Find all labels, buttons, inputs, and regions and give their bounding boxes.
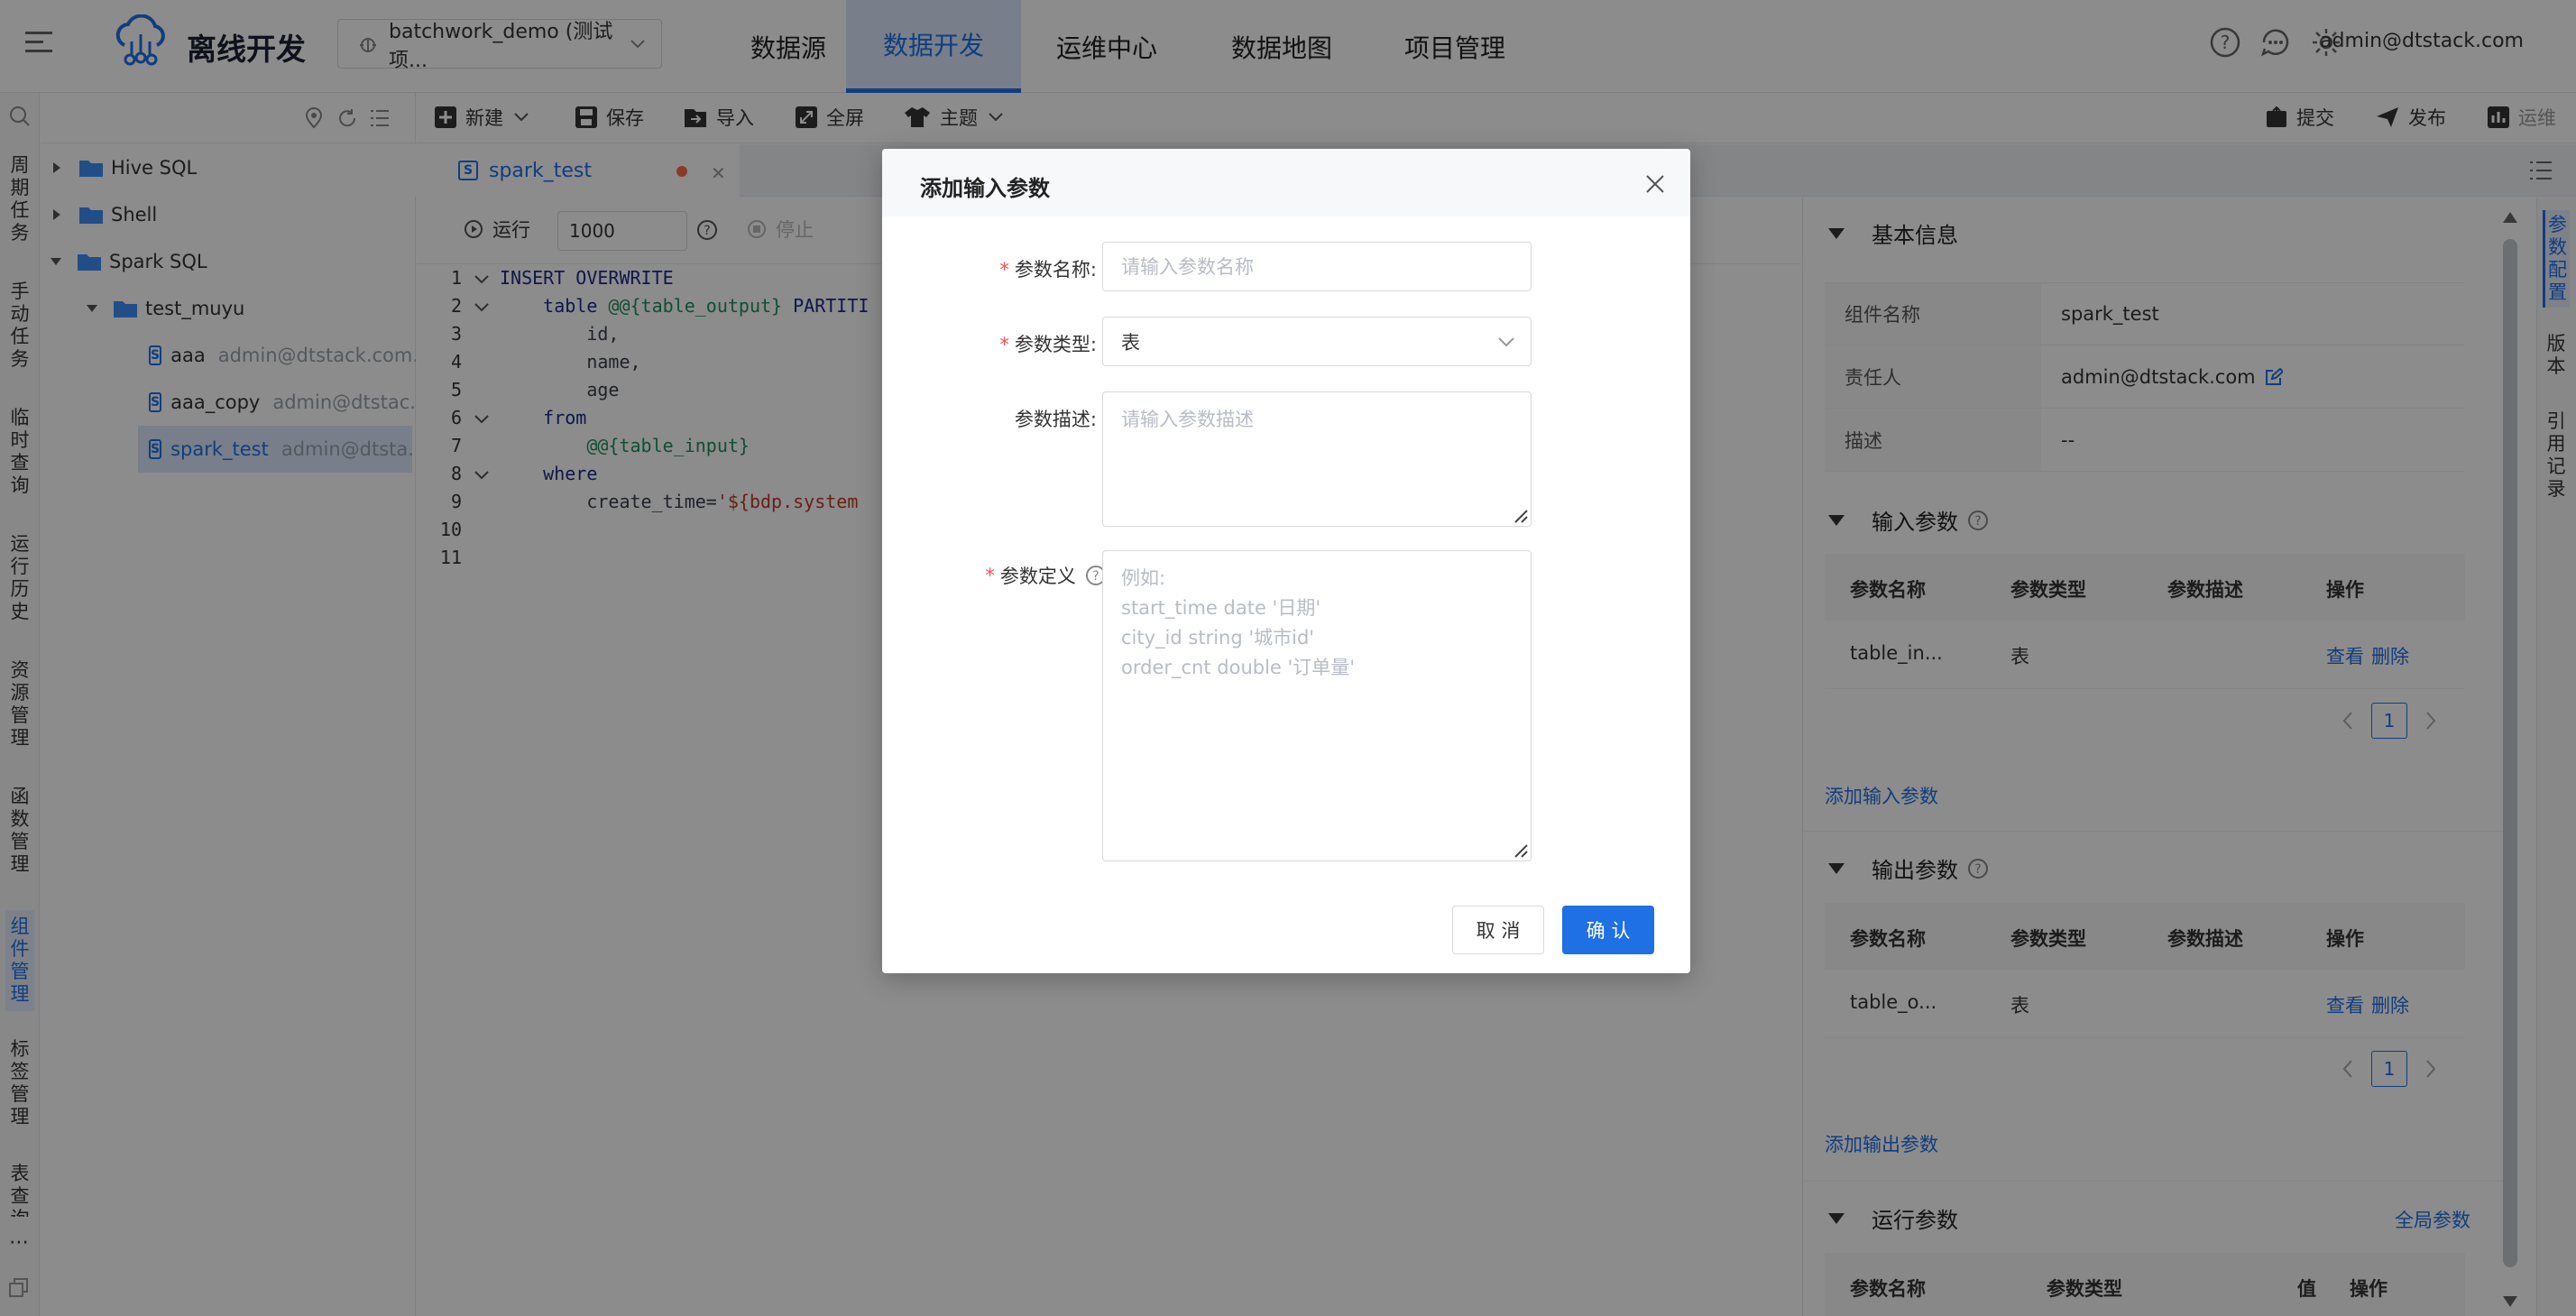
svg-text:?: ? <box>1092 569 1099 584</box>
param-type-label: * 参数类型: <box>999 334 1097 355</box>
select-value: 表 <box>1121 331 1140 354</box>
param-type-select[interactable]: 表 <box>1102 317 1532 366</box>
add-input-param-dialog: 添加输入参数 *参数名称: *参数类型: 表 参数描述: *参数定义 ? : 取… <box>882 149 1690 973</box>
resize-handle-icon[interactable] <box>1512 507 1528 523</box>
param-desc-wrap <box>1102 391 1532 527</box>
label-text: 参数描述: <box>1014 409 1097 430</box>
confirm-button[interactable]: 确 认 <box>1562 906 1654 954</box>
param-def-textarea[interactable] <box>1102 550 1532 861</box>
chevron-down-icon <box>1498 336 1514 346</box>
param-desc-label: 参数描述: <box>826 405 1097 432</box>
param-name-input[interactable] <box>1102 242 1532 291</box>
label-text: 参数定义 <box>999 566 1076 587</box>
cancel-button[interactable]: 取 消 <box>1452 906 1544 954</box>
param-name-label: * 参数名称: <box>999 259 1097 281</box>
dialog-title: 添加输入参数 <box>920 176 1050 201</box>
label-text: 参数名称: <box>1014 259 1097 281</box>
param-def-wrap <box>1102 550 1532 861</box>
param-desc-textarea[interactable] <box>1102 391 1532 527</box>
resize-handle-icon[interactable] <box>1512 842 1528 858</box>
close-icon[interactable] <box>1645 174 1665 194</box>
param-def-label: *参数定义 ? : <box>848 562 1118 589</box>
label-text: 参数类型: <box>1014 334 1097 355</box>
